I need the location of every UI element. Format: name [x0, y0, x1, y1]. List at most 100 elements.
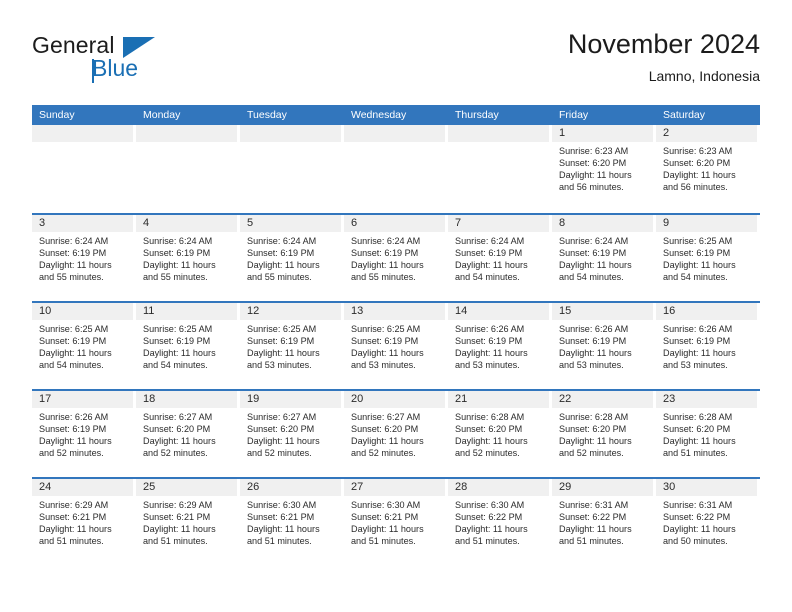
calendar-day-cell[interactable]: 30 Sunrise: 6:31 AM Sunset: 6:22 PM Dayligh…	[656, 479, 760, 565]
sunset-text: Sunset: 6:19 PM	[455, 248, 523, 259]
day-number: 25	[136, 479, 237, 496]
calendar-day-cell[interactable]: 22 Sunrise: 6:28 AM Sunset: 6:20 PM Dayligh…	[552, 391, 656, 477]
day-number: 9	[656, 215, 757, 232]
sunset-text: Sunset: 6:20 PM	[663, 424, 731, 435]
calendar-week-row: 10 Sunrise: 6:25 AM Sunset: 6:19 PM Dayligh…	[32, 301, 760, 389]
calendar-day-cell[interactable]: 9 Sunrise: 6:25 AM Sunset: 6:19 PM Daylight…	[656, 215, 760, 301]
calendar-grid: Sunday Monday Tuesday Wednesday Thursday…	[32, 105, 760, 565]
sunset-text: Sunset: 6:20 PM	[351, 424, 419, 435]
calendar-day-inner: 14 Sunrise: 6:26 AM Sunset: 6:19 PM Dayligh…	[448, 303, 549, 389]
day-sun-info: Sunrise: 6:30 AM Sunset: 6:21 PM Daylight:…	[344, 496, 445, 547]
day-sun-info: Sunrise: 6:24 AM Sunset: 6:19 PM Daylight:…	[552, 232, 653, 283]
calendar-day-cell[interactable]: 29 Sunrise: 6:31 AM Sunset: 6:22 PM Dayligh…	[552, 479, 656, 565]
day-number: 27	[344, 479, 445, 496]
sunrise-text: Sunrise: 6:24 AM	[559, 236, 629, 246]
day-number: 3	[32, 215, 133, 232]
calendar-day-cell[interactable]: 24 Sunrise: 6:29 AM Sunset: 6:21 PM Dayligh…	[32, 479, 136, 565]
calendar-day-cell[interactable]: 1 Sunrise: 6:23 AM Sunset: 6:20 PM Daylight…	[552, 125, 656, 213]
calendar-day-inner	[240, 125, 341, 213]
calendar-week-row: 3 Sunrise: 6:24 AM Sunset: 6:19 PM Daylight…	[32, 213, 760, 301]
calendar-day-empty	[240, 125, 344, 213]
sunrise-text: Sunrise: 6:24 AM	[455, 236, 525, 246]
calendar-day-cell[interactable]: 27 Sunrise: 6:30 AM Sunset: 6:21 PM Dayligh…	[344, 479, 448, 565]
calendar-day-cell[interactable]: 14 Sunrise: 6:26 AM Sunset: 6:19 PM Dayligh…	[448, 303, 552, 389]
calendar-day-cell[interactable]: 28 Sunrise: 6:30 AM Sunset: 6:22 PM Dayligh…	[448, 479, 552, 565]
calendar-day-cell[interactable]: 3 Sunrise: 6:24 AM Sunset: 6:19 PM Daylight…	[32, 215, 136, 301]
day-sun-info: Sunrise: 6:24 AM Sunset: 6:19 PM Daylight:…	[32, 232, 133, 283]
calendar-day-inner: 24 Sunrise: 6:29 AM Sunset: 6:21 PM Dayligh…	[32, 479, 133, 565]
day-sun-info: Sunrise: 6:25 AM Sunset: 6:19 PM Daylight:…	[344, 320, 445, 371]
calendar-day-cell[interactable]: 17 Sunrise: 6:26 AM Sunset: 6:19 PM Dayligh…	[32, 391, 136, 477]
page-header: General Blue November 2024 Lamno, Indone…	[32, 28, 760, 92]
day-sun-info: Sunrise: 6:23 AM Sunset: 6:20 PM Daylight:…	[656, 142, 757, 193]
calendar-day-cell[interactable]: 8 Sunrise: 6:24 AM Sunset: 6:19 PM Daylight…	[552, 215, 656, 301]
calendar-day-cell[interactable]: 16 Sunrise: 6:26 AM Sunset: 6:19 PM Dayligh…	[656, 303, 760, 389]
calendar-day-inner: 25 Sunrise: 6:29 AM Sunset: 6:21 PM Dayligh…	[136, 479, 237, 565]
daylight-text: Daylight: 11 hours and 54 minutes.	[455, 260, 528, 283]
calendar-day-cell[interactable]: 18 Sunrise: 6:27 AM Sunset: 6:20 PM Dayligh…	[136, 391, 240, 477]
day-number	[32, 125, 133, 142]
calendar-day-cell[interactable]: 2 Sunrise: 6:23 AM Sunset: 6:20 PM Daylight…	[656, 125, 760, 213]
calendar-day-cell[interactable]: 10 Sunrise: 6:25 AM Sunset: 6:19 PM Dayligh…	[32, 303, 136, 389]
calendar-day-inner	[344, 125, 445, 213]
calendar-day-cell[interactable]: 12 Sunrise: 6:25 AM Sunset: 6:19 PM Dayligh…	[240, 303, 344, 389]
sunset-text: Sunset: 6:19 PM	[559, 336, 627, 347]
sunrise-text: Sunrise: 6:25 AM	[143, 324, 213, 334]
day-sun-info: Sunrise: 6:26 AM Sunset: 6:19 PM Daylight:…	[32, 408, 133, 459]
calendar-day-cell[interactable]: 15 Sunrise: 6:26 AM Sunset: 6:19 PM Dayligh…	[552, 303, 656, 389]
logo-text-blue: Blue	[92, 55, 139, 81]
day-number: 24	[32, 479, 133, 496]
daylight-text: Daylight: 11 hours and 56 minutes.	[663, 170, 736, 193]
calendar-day-inner: 22 Sunrise: 6:28 AM Sunset: 6:20 PM Dayligh…	[552, 391, 653, 477]
day-sun-info: Sunrise: 6:23 AM Sunset: 6:20 PM Daylight:…	[552, 142, 653, 193]
calendar-day-inner: 28 Sunrise: 6:30 AM Sunset: 6:22 PM Dayligh…	[448, 479, 549, 565]
weekday-header-row: Sunday Monday Tuesday Wednesday Thursday…	[32, 105, 760, 125]
page-title: November 2024	[567, 29, 760, 59]
sunset-text: Sunset: 6:19 PM	[663, 336, 731, 347]
calendar-day-cell[interactable]: 13 Sunrise: 6:25 AM Sunset: 6:19 PM Dayligh…	[344, 303, 448, 389]
calendar-day-inner: 2 Sunrise: 6:23 AM Sunset: 6:20 PM Daylight…	[656, 125, 757, 213]
calendar-day-empty	[448, 125, 552, 213]
day-sun-info: Sunrise: 6:28 AM Sunset: 6:20 PM Daylight:…	[656, 408, 757, 459]
daylight-text: Daylight: 11 hours and 52 minutes.	[39, 436, 112, 459]
sunrise-text: Sunrise: 6:29 AM	[143, 500, 213, 510]
daylight-text: Daylight: 11 hours and 51 minutes.	[455, 524, 528, 547]
general-blue-logo[interactable]: General Blue	[32, 32, 222, 88]
calendar-day-inner: 7 Sunrise: 6:24 AM Sunset: 6:19 PM Daylight…	[448, 215, 549, 301]
calendar-day-cell[interactable]: 20 Sunrise: 6:27 AM Sunset: 6:20 PM Dayligh…	[344, 391, 448, 477]
calendar-day-cell[interactable]: 11 Sunrise: 6:25 AM Sunset: 6:19 PM Dayligh…	[136, 303, 240, 389]
day-number	[344, 125, 445, 142]
calendar-day-cell[interactable]: 5 Sunrise: 6:24 AM Sunset: 6:19 PM Daylight…	[240, 215, 344, 301]
calendar-day-cell[interactable]: 6 Sunrise: 6:24 AM Sunset: 6:19 PM Daylight…	[344, 215, 448, 301]
sunrise-text: Sunrise: 6:25 AM	[247, 324, 317, 334]
sunset-text: Sunset: 6:19 PM	[39, 336, 107, 347]
sunrise-text: Sunrise: 6:25 AM	[351, 324, 421, 334]
day-number: 18	[136, 391, 237, 408]
calendar-day-cell[interactable]: 23 Sunrise: 6:28 AM Sunset: 6:20 PM Dayligh…	[656, 391, 760, 477]
calendar-day-cell[interactable]: 7 Sunrise: 6:24 AM Sunset: 6:19 PM Daylight…	[448, 215, 552, 301]
calendar-day-inner: 19 Sunrise: 6:27 AM Sunset: 6:20 PM Dayligh…	[240, 391, 341, 477]
calendar-week-row: 1 Sunrise: 6:23 AM Sunset: 6:20 PM Daylight…	[32, 125, 760, 213]
sunset-text: Sunset: 6:20 PM	[143, 424, 211, 435]
day-sun-info: Sunrise: 6:30 AM Sunset: 6:22 PM Daylight:…	[448, 496, 549, 547]
sunrise-text: Sunrise: 6:24 AM	[247, 236, 317, 246]
calendar-day-cell[interactable]: 21 Sunrise: 6:28 AM Sunset: 6:20 PM Dayligh…	[448, 391, 552, 477]
sunset-text: Sunset: 6:19 PM	[247, 336, 315, 347]
day-number: 11	[136, 303, 237, 320]
day-number: 13	[344, 303, 445, 320]
daylight-text: Daylight: 11 hours and 54 minutes.	[663, 260, 736, 283]
sunrise-text: Sunrise: 6:24 AM	[143, 236, 213, 246]
calendar-day-cell[interactable]: 25 Sunrise: 6:29 AM Sunset: 6:21 PM Dayligh…	[136, 479, 240, 565]
daylight-text: Daylight: 11 hours and 56 minutes.	[559, 170, 632, 193]
sunrise-text: Sunrise: 6:30 AM	[455, 500, 525, 510]
calendar-day-cell[interactable]: 4 Sunrise: 6:24 AM Sunset: 6:19 PM Daylight…	[136, 215, 240, 301]
calendar-day-cell[interactable]: 26 Sunrise: 6:30 AM Sunset: 6:21 PM Dayligh…	[240, 479, 344, 565]
daylight-text: Daylight: 11 hours and 51 minutes.	[351, 524, 424, 547]
calendar-day-cell[interactable]: 19 Sunrise: 6:27 AM Sunset: 6:20 PM Dayligh…	[240, 391, 344, 477]
sunset-text: Sunset: 6:21 PM	[247, 512, 315, 523]
sunrise-text: Sunrise: 6:30 AM	[247, 500, 317, 510]
daylight-text: Daylight: 11 hours and 55 minutes.	[247, 260, 320, 283]
calendar-day-inner: 21 Sunrise: 6:28 AM Sunset: 6:20 PM Dayligh…	[448, 391, 549, 477]
daylight-text: Daylight: 11 hours and 54 minutes.	[143, 348, 216, 371]
day-sun-info: Sunrise: 6:25 AM Sunset: 6:19 PM Daylight:…	[656, 232, 757, 283]
